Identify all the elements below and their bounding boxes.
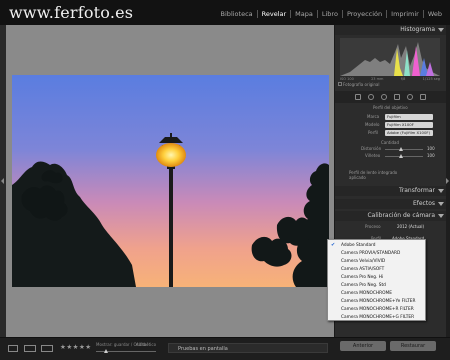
vineteo-slider[interactable] (385, 156, 423, 157)
module-mapa[interactable]: Mapa (290, 10, 317, 18)
collapse-icon (438, 28, 444, 32)
perfil-select[interactable]: Adobe (Fujifilm X100F) (385, 130, 433, 136)
sort-value[interactable]: Alfabético (136, 342, 156, 347)
profile-option[interactable]: Camera Pro Neg. Std (328, 282, 427, 290)
module-web[interactable]: Web (422, 10, 446, 18)
profile-option[interactable]: Camera PROVIA/STANDARD (328, 250, 427, 258)
distorsion-knob[interactable] (399, 147, 403, 151)
previous-button[interactable]: Anterior (340, 341, 386, 351)
check-icon: ✔ (331, 242, 336, 248)
profile-option[interactable]: Camera MONOCHROME+R FILTER (328, 306, 427, 314)
module-picker: Biblioteca Revelar Mapa Libro Proyección… (217, 10, 446, 18)
graduated-filter-icon[interactable] (394, 94, 400, 100)
profile-option[interactable]: Camera ASTIA/SOFT (328, 266, 427, 274)
module-proyeccion[interactable]: Proyección (341, 10, 386, 18)
vineteo-value[interactable]: 100 (427, 153, 435, 158)
survey-view-icon[interactable] (41, 345, 53, 352)
brand-title: www.ferfoto.es (9, 3, 134, 22)
red-eye-icon[interactable] (381, 94, 387, 100)
histogram-exif: ISO 100 23 mm f/8 1/125 seg (340, 77, 440, 81)
distorsion-label: Distorsión (361, 146, 382, 151)
collapse-icon (438, 189, 444, 193)
expand-left-icon[interactable] (1, 178, 4, 184)
photo-svg (12, 75, 329, 287)
profile-option[interactable]: Camera Velvia/VIVID (328, 258, 427, 266)
original-photo-label: Fotografía original (343, 82, 380, 87)
vineteo-label: Viñeteo (365, 153, 381, 158)
collapse-right-icon[interactable] (446, 178, 449, 184)
module-revelar[interactable]: Revelar (256, 10, 291, 18)
process-value[interactable]: 2012 (Actual) (397, 224, 424, 229)
transform-header[interactable]: Transformar (335, 186, 447, 196)
bottom-toolbar: ★★★★★ Mostrar: guardar / Ocultar Alfabét… (0, 337, 450, 360)
profile-option[interactable]: Camera Pro Neg. Hi (328, 274, 427, 282)
zoom-knob[interactable] (104, 349, 108, 353)
brush-icon[interactable] (420, 94, 426, 100)
cantidad-header: Cantidad (381, 140, 399, 145)
rating-stars[interactable]: ★★★★★ (60, 343, 92, 351)
marca-label: Marca (367, 114, 380, 119)
modelo-select[interactable]: Fujifilm X100F (385, 122, 433, 128)
histogram-svg (340, 42, 440, 76)
histogram-header[interactable]: Histograma (335, 25, 447, 35)
compare-view-icon[interactable] (24, 345, 36, 352)
modelo-label: Modelo (365, 122, 380, 127)
spot-icon[interactable] (368, 94, 374, 100)
calibration-header[interactable]: Calibración de cámara (335, 211, 447, 221)
profile-option[interactable]: Camera MONOCHROME+G FILTER (328, 314, 427, 322)
crop-icon[interactable] (355, 94, 361, 100)
original-photo-checkbox[interactable] (338, 82, 342, 86)
perfil-label: Perfil (368, 130, 379, 135)
loupe-view-icon[interactable] (8, 345, 18, 352)
collapse-icon (438, 202, 444, 206)
camera-profile-dropdown[interactable]: ✔ Adobe Standard Camera PROVIA/STANDARD … (327, 239, 426, 321)
profile-option[interactable]: Camera MONOCHROME (328, 290, 427, 298)
tool-strip (335, 91, 447, 103)
histogram (340, 38, 440, 76)
collapse-icon (438, 214, 444, 218)
vineteo-knob[interactable] (399, 154, 403, 158)
radial-filter-icon[interactable] (407, 94, 413, 100)
top-bar: www.ferfoto.es Biblioteca Revelar Mapa L… (0, 0, 450, 25)
soft-proof-select[interactable]: Pruebas en pantalla (168, 343, 328, 353)
lens-profile-header: Perfil del objetivo (373, 105, 408, 110)
module-biblioteca[interactable]: Biblioteca (217, 10, 257, 18)
marca-select[interactable]: Fujifilm (385, 114, 433, 120)
main-photo (12, 75, 329, 287)
module-imprimir[interactable]: Imprimir (386, 10, 423, 18)
reset-button[interactable]: Restaurar (390, 341, 436, 351)
profile-option[interactable]: Camera MONOCHROME+Ye FILTER (328, 298, 427, 306)
distorsion-value[interactable]: 100 (427, 146, 435, 151)
profile-option[interactable]: ✔ Adobe Standard (328, 242, 427, 250)
process-label: Proceso (365, 224, 381, 229)
effects-header[interactable]: Efectos (335, 199, 447, 209)
module-libro[interactable]: Libro (316, 10, 342, 18)
profile-note-line2: aplicado (349, 175, 366, 180)
distorsion-slider[interactable] (385, 149, 423, 150)
